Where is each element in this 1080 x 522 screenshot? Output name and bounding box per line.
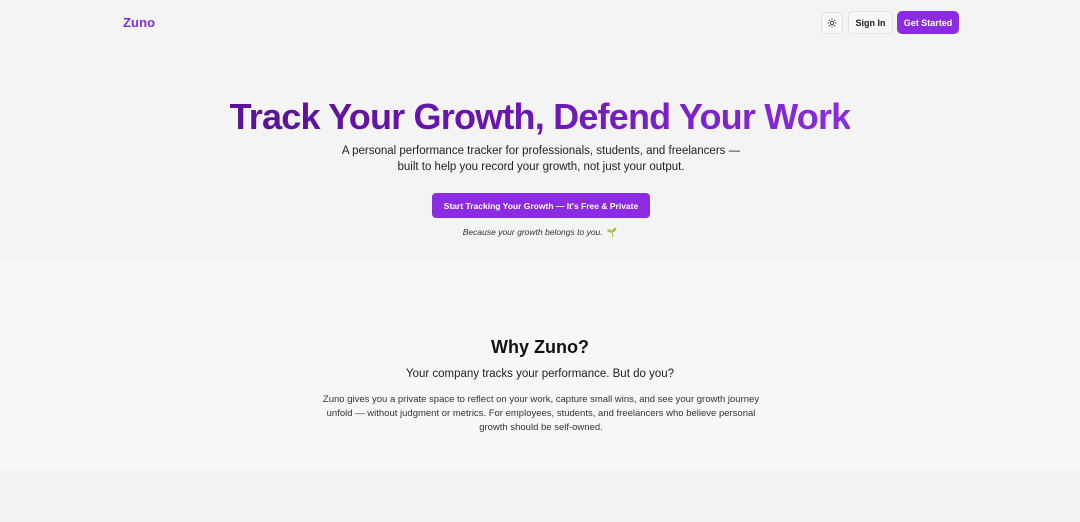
sun-icon [827, 18, 837, 28]
hero-tagline: Because your growth belongs to you. 🌱 [0, 227, 1080, 238]
landing-page: Zuno Sign In Get Started Track Your Grow… [0, 0, 1080, 522]
logo[interactable]: Zuno [123, 15, 155, 30]
sign-in-button[interactable]: Sign In [848, 11, 893, 34]
theme-toggle-button[interactable] [821, 12, 843, 34]
hero-title: Track Your Growth, Defend Your Work [0, 96, 1080, 138]
hero-subtitle: A personal performance tracker for profe… [341, 145, 741, 173]
why-body: Zuno gives you a private space to reflec… [322, 394, 760, 433]
why-title: Why Zuno? [491, 337, 589, 357]
hero-title-text: Track Your Growth, Defend Your Work [229, 96, 852, 137]
tagline-text: Because your growth belongs to you. [462, 227, 603, 237]
start-tracking-button[interactable]: Start Tracking Your Growth — It's Free &… [432, 193, 650, 218]
sprout-icon: 🌱 [606, 227, 618, 237]
top-nav: Zuno Sign In Get Started [0, 0, 1080, 46]
why-subtitle: Your company tracks your performance. Bu… [405, 368, 675, 380]
get-started-button[interactable]: Get Started [897, 11, 959, 34]
